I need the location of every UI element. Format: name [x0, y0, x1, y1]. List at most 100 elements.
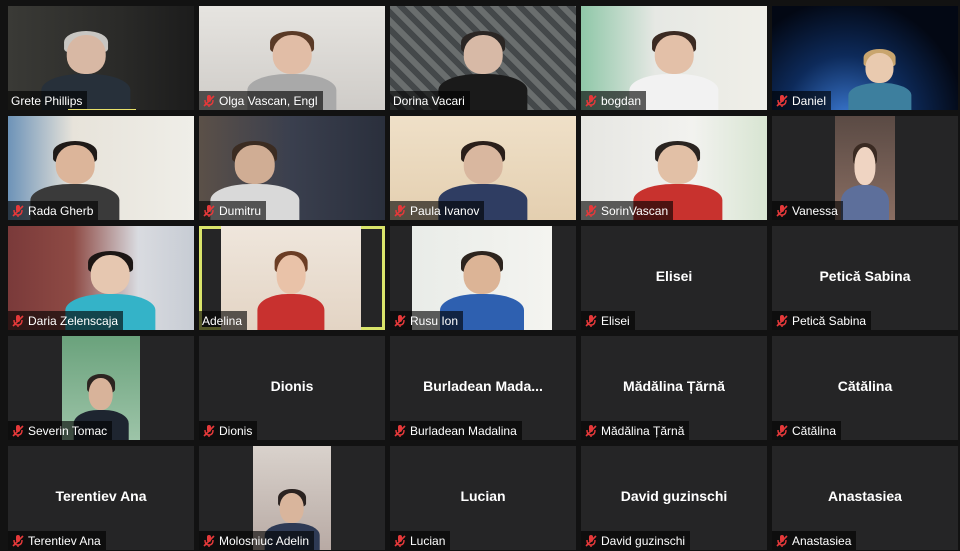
participant-name: Adelina	[202, 313, 243, 328]
muted-mic-icon	[775, 94, 789, 108]
muted-mic-icon	[775, 424, 789, 438]
name-tag: Elisei	[581, 311, 635, 330]
name-tag: Grete Phillips	[8, 91, 88, 110]
participant-name: Mădălina Țărnă	[601, 423, 685, 438]
muted-mic-icon	[584, 314, 598, 328]
participant-name: Paula Ivanov	[410, 203, 480, 218]
name-tag: Anastasiea	[772, 531, 857, 550]
participant-name: Terentiev Ana	[28, 533, 101, 548]
participant-display-name: Cătălina	[837, 378, 893, 394]
name-tag: Vanessa	[772, 201, 843, 220]
name-tag: Terentiev Ana	[8, 531, 106, 550]
participant-name: Rusu Ion	[410, 313, 459, 328]
participant-display-name: Anastasiea	[828, 488, 902, 504]
participant-name: Petică Sabina	[792, 313, 867, 328]
muted-mic-icon	[393, 534, 407, 548]
name-tag: Rusu Ion	[390, 311, 464, 330]
muted-mic-icon	[775, 534, 789, 548]
participant-tile-video-off[interactable]: Cătălina Cătălina	[772, 336, 958, 440]
participant-display-name: Burladean Mada...	[423, 378, 543, 394]
participant-tile-video-off[interactable]: Lucian Lucian	[390, 446, 576, 550]
participant-display-name: Terentiev Ana	[55, 488, 147, 504]
participant-name: Vanessa	[792, 203, 838, 218]
muted-mic-icon	[393, 204, 407, 218]
name-tag: Mădălina Țărnă	[581, 421, 690, 440]
muted-mic-icon	[202, 204, 216, 218]
participant-name: Cătălina	[792, 423, 837, 438]
muted-mic-icon	[202, 94, 216, 108]
participant-display-name: Elisei	[655, 268, 693, 284]
participant-tile[interactable]: SorinVascan	[581, 116, 767, 220]
participant-name: Elisei	[601, 313, 630, 328]
muted-mic-icon	[775, 204, 789, 218]
participant-tile[interactable]: Dorina Vacari	[390, 6, 576, 110]
name-tag: bogdan	[581, 91, 647, 110]
participant-name: Burladean Madalina	[410, 423, 517, 438]
muted-mic-icon	[584, 424, 598, 438]
muted-mic-icon	[775, 314, 789, 328]
participant-tile[interactable]: Rusu Ion	[390, 226, 576, 330]
name-tag: Lucian	[390, 531, 451, 550]
participant-tile[interactable]: Daria Zelenscaja	[8, 226, 194, 330]
name-tag: Cătălina	[772, 421, 842, 440]
muted-mic-icon	[202, 534, 216, 548]
participant-display-name: Dionis	[270, 378, 314, 394]
participant-tile[interactable]: Grete Phillips	[8, 6, 194, 110]
video-feed	[835, 116, 895, 220]
participant-tile[interactable]: Daniel	[772, 6, 958, 110]
name-tag: Daria Zelenscaja	[8, 311, 124, 330]
participant-tile[interactable]: Severin Tomac	[8, 336, 194, 440]
participant-display-name: Lucian	[460, 488, 506, 504]
muted-mic-icon	[202, 424, 216, 438]
participant-tile[interactable]: Rada Gherb	[8, 116, 194, 220]
participant-tile[interactable]: Vanessa	[772, 116, 958, 220]
participant-tile[interactable]: Dumitru	[199, 116, 385, 220]
name-tag: Burladean Madalina	[390, 421, 522, 440]
participant-tile[interactable]: Paula Ivanov	[390, 116, 576, 220]
muted-mic-icon	[11, 424, 25, 438]
participant-tile-video-off[interactable]: Terentiev Ana Terentiev Ana	[8, 446, 194, 550]
participant-name: Dorina Vacari	[393, 93, 465, 108]
speaking-indicator	[68, 109, 136, 110]
participant-tile-active-speaker[interactable]: Adelina	[199, 226, 385, 330]
participant-name: Rada Gherb	[28, 203, 94, 218]
participant-tile[interactable]: Molosniuc Adelin	[199, 446, 385, 550]
participant-display-name: David guzinschi	[620, 488, 728, 504]
name-tag: Petică Sabina	[772, 311, 872, 330]
participant-name: Dumitru	[219, 203, 262, 218]
name-tag: Dionis	[199, 421, 258, 440]
muted-mic-icon	[11, 204, 25, 218]
muted-mic-icon	[393, 424, 407, 438]
muted-mic-icon	[393, 314, 407, 328]
participant-name: Lucian	[410, 533, 446, 548]
participant-tile-video-off[interactable]: Elisei Elisei	[581, 226, 767, 330]
name-tag: Dorina Vacari	[390, 91, 470, 110]
participant-tile-video-off[interactable]: David guzinschi David guzinschi	[581, 446, 767, 550]
participant-name: Anastasiea	[792, 533, 852, 548]
participant-name: Dionis	[219, 423, 253, 438]
participant-display-name: Petică Sabina	[819, 268, 911, 284]
name-tag: David guzinschi	[581, 531, 691, 550]
participant-name: Grete Phillips	[11, 93, 83, 108]
name-tag: Rada Gherb	[8, 201, 99, 220]
name-tag: Adelina	[199, 311, 248, 330]
participant-tile-video-off[interactable]: Petică Sabina Petică Sabina	[772, 226, 958, 330]
participant-tile-video-off[interactable]: Dionis Dionis	[199, 336, 385, 440]
participant-tile-video-off[interactable]: Anastasiea Anastasiea	[772, 446, 958, 550]
participant-tile[interactable]: bogdan	[581, 6, 767, 110]
name-tag: Molosniuc Adelin	[199, 531, 315, 550]
name-tag: Daniel	[772, 91, 832, 110]
participant-name: SorinVascan	[601, 203, 669, 218]
name-tag: SorinVascan	[581, 201, 674, 220]
participant-name: bogdan	[601, 93, 642, 108]
participant-tile[interactable]: Olga Vascan, Engl	[199, 6, 385, 110]
muted-mic-icon	[584, 534, 598, 548]
name-tag: Dumitru	[199, 201, 267, 220]
name-tag: Paula Ivanov	[390, 201, 485, 220]
participant-tile-video-off[interactable]: Mădălina Țărnă Mădălina Țărnă	[581, 336, 767, 440]
name-tag: Severin Tomac	[8, 421, 113, 440]
gallery-grid: Grete Phillips Olga Vascan, Engl Dorina …	[8, 6, 959, 551]
muted-mic-icon	[584, 204, 598, 218]
participant-tile-video-off[interactable]: Burladean Mada... Burladean Madalina	[390, 336, 576, 440]
name-tag: Olga Vascan, Engl	[199, 91, 323, 110]
